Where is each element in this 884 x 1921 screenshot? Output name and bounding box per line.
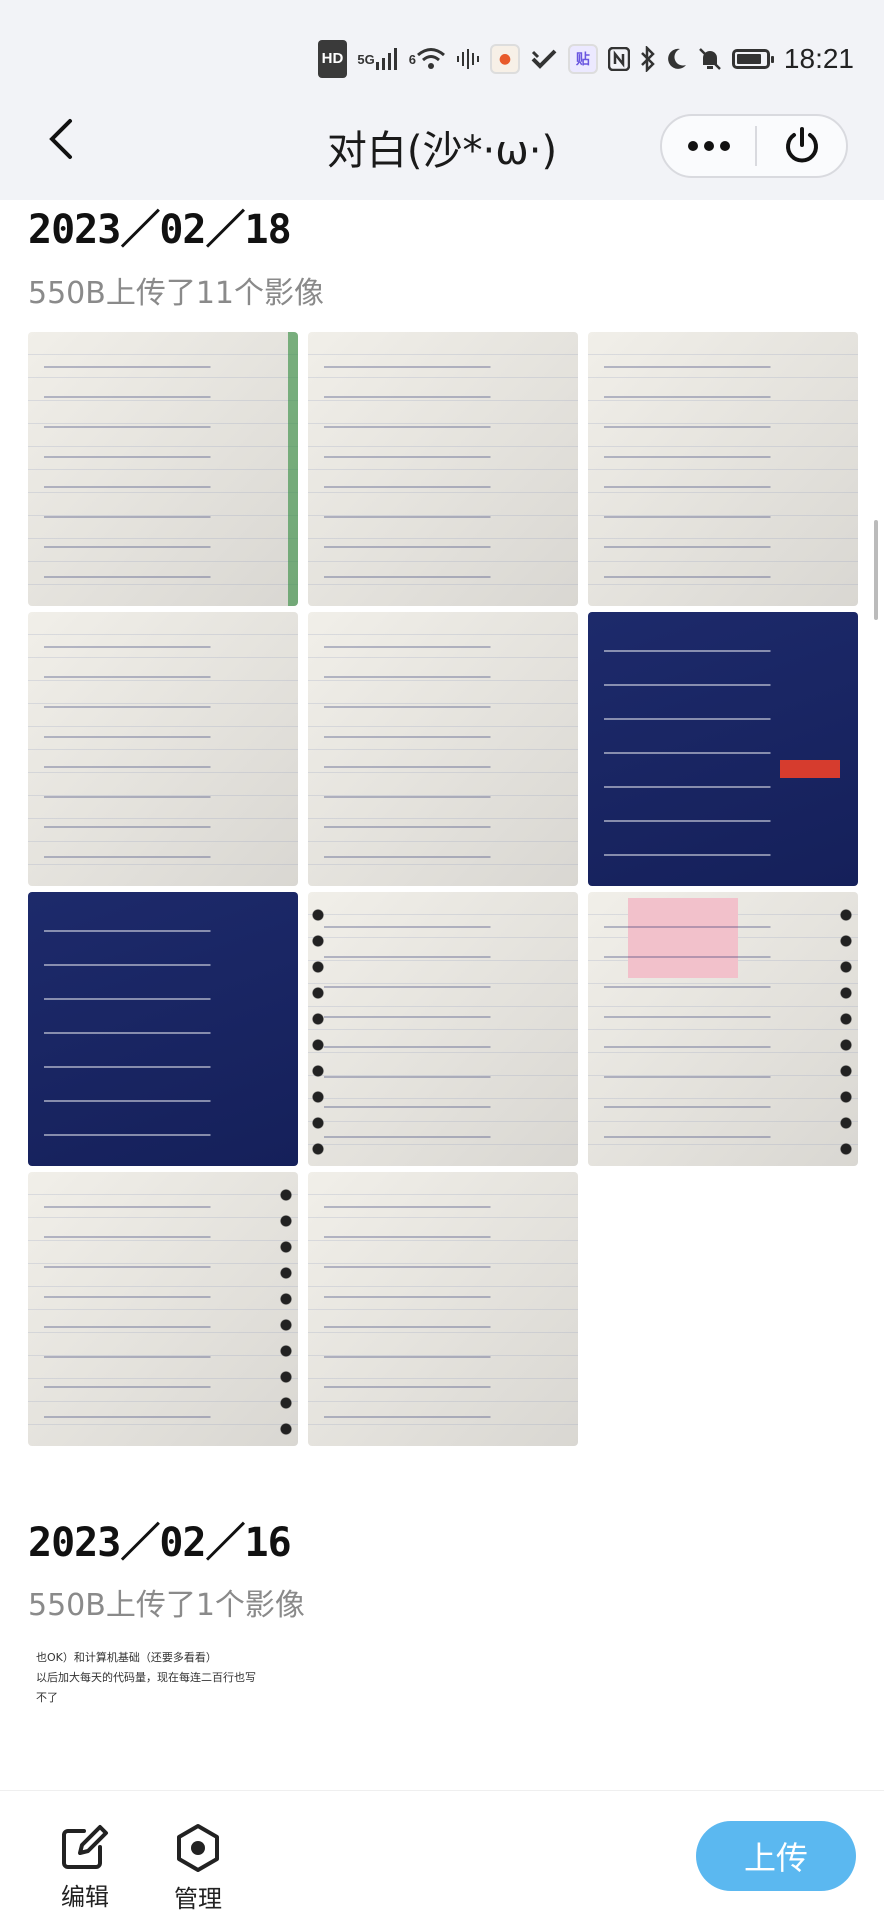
photo-content	[604, 350, 842, 588]
photo-thumbnail[interactable]	[28, 332, 298, 606]
power-icon	[785, 127, 818, 163]
mini-program-capsule	[660, 114, 848, 178]
status-icons: HD 5G 6 ● 贴 18:21	[317, 40, 854, 78]
app-icon-glyph: ●	[498, 51, 512, 67]
section-date: 2023／02／16	[28, 1520, 292, 1566]
photo-thumbnail[interactable]	[588, 892, 858, 1166]
upload-button[interactable]: 上传	[696, 1821, 856, 1891]
photo-edge	[288, 332, 298, 606]
nav-bar: 对白(沙*·ω·)	[0, 82, 884, 200]
app-badge-icon: 贴	[567, 44, 598, 74]
scrollbar[interactable]	[874, 520, 878, 620]
photo-thumbnail[interactable]	[308, 892, 578, 1166]
photo-content	[604, 910, 842, 1148]
photo-thumbnail[interactable]	[308, 332, 578, 606]
photo-tag	[780, 760, 840, 778]
section-subtitle: 550B上传了1个影像	[28, 1588, 305, 1623]
photo-content	[324, 630, 562, 868]
status-time: 18:21	[783, 43, 854, 74]
more-dots-icon	[687, 141, 730, 151]
signal-label: 5G	[357, 51, 375, 67]
nfc-icon	[607, 43, 630, 75]
photo-content	[324, 350, 562, 588]
photo-content	[44, 630, 282, 868]
back-button[interactable]	[36, 114, 86, 164]
photo-content	[44, 910, 282, 1148]
manage-icon	[177, 1824, 219, 1872]
manage-label: 管理	[174, 1885, 222, 1913]
moon-icon	[666, 43, 688, 75]
photo-thumbnail[interactable]	[588, 612, 858, 886]
signal-icon: 5G	[357, 43, 398, 75]
note-line: 以后加大每天的代码量，现在每连二百行也写	[36, 1671, 256, 1684]
note-line: 不了	[36, 1691, 58, 1704]
hd-icon: HD	[317, 40, 348, 78]
section-subtitle: 550B上传了11个影像	[28, 276, 325, 311]
check-icon	[530, 43, 558, 75]
text-image-thumbnail[interactable]: 也OK）和计算机基础（还要多看看） 以后加大每天的代码量，现在每连二百行也写 不…	[36, 1648, 296, 1728]
photo-thumbnail[interactable]	[308, 612, 578, 886]
photo-content	[324, 1190, 562, 1428]
mute-icon	[698, 43, 722, 75]
close-button[interactable]	[757, 116, 846, 176]
bluetooth-icon	[640, 43, 656, 75]
manage-button[interactable]: 管理	[158, 1823, 238, 1914]
photo-content	[44, 350, 282, 588]
photo-thumbnail[interactable]	[28, 612, 298, 886]
photo-content	[324, 910, 562, 1148]
photo-thumbnail[interactable]	[588, 332, 858, 606]
photo-rings	[312, 902, 324, 1156]
more-button[interactable]	[662, 116, 755, 176]
note-line: 也OK）和计算机基础（还要多看看）	[36, 1651, 217, 1664]
chevron-left-icon	[49, 119, 72, 159]
edit-label: 编辑	[61, 1883, 109, 1911]
section-date: 2023／02／18	[28, 207, 292, 253]
photo-thumbnail[interactable]	[28, 892, 298, 1166]
photo-thumbnail[interactable]	[308, 1172, 578, 1446]
photo-grid	[28, 332, 858, 1446]
photo-content	[604, 630, 842, 868]
wifi-icon: 6	[409, 43, 446, 75]
bottom-toolbar: 编辑 管理 上传	[0, 1790, 884, 1921]
battery-icon	[731, 49, 774, 69]
photo-content	[44, 1190, 282, 1428]
edit-button[interactable]: 编辑	[45, 1823, 125, 1912]
app-icon: ●	[489, 44, 520, 74]
audio-icon	[456, 43, 480, 75]
edit-icon	[62, 1825, 108, 1869]
photo-thumbnail[interactable]	[28, 1172, 298, 1446]
wifi-label: 6	[408, 51, 416, 67]
